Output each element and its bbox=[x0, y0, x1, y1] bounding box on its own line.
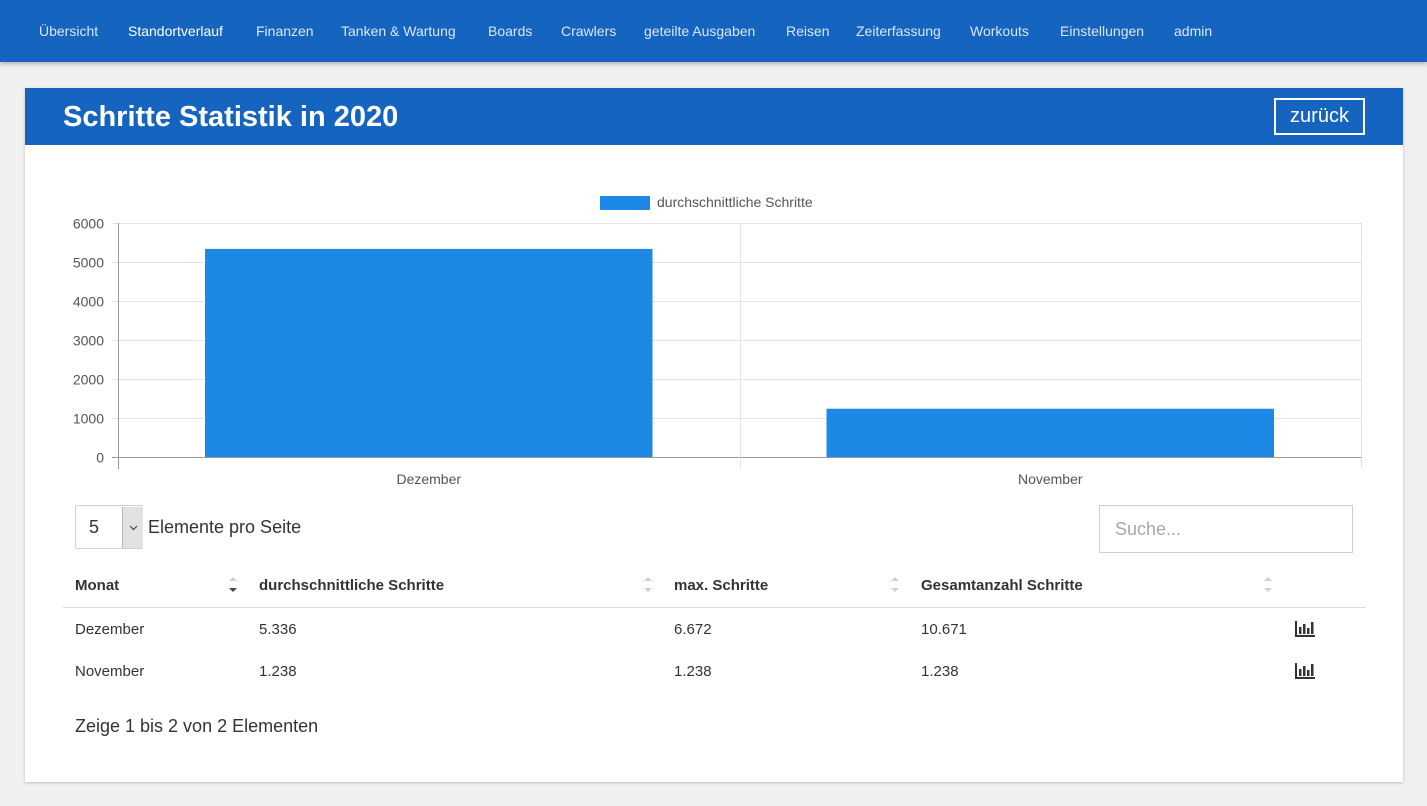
y-tick-label: 0 bbox=[96, 450, 104, 466]
y-tick-label: 1000 bbox=[73, 411, 104, 427]
search-input[interactable] bbox=[1099, 505, 1353, 553]
cell-max-steps: 1.238 bbox=[674, 663, 712, 680]
bar-chart-icon[interactable] bbox=[1294, 620, 1316, 638]
cell-avg-steps: 1.238 bbox=[259, 663, 297, 680]
sort-icon[interactable] bbox=[1263, 574, 1273, 596]
bar-chart-icon[interactable] bbox=[1294, 662, 1316, 680]
column-header-gesamtanzahl-schritte[interactable]: Gesamtanzahl Schritte bbox=[921, 566, 1083, 606]
cell-total-steps: 10.671 bbox=[921, 621, 967, 638]
x-tick-label: Dezember bbox=[396, 471, 461, 487]
y-tick-label: 6000 bbox=[73, 216, 104, 232]
chevron-down-icon[interactable] bbox=[122, 507, 143, 548]
sort-icon[interactable] bbox=[643, 574, 653, 596]
cell-avg-steps: 5.336 bbox=[259, 621, 297, 638]
cell-month: November bbox=[75, 663, 145, 680]
x-tick-label: November bbox=[1018, 471, 1083, 487]
chart-bar bbox=[205, 248, 653, 457]
sort-icon[interactable] bbox=[890, 574, 900, 596]
cell-month: Dezember bbox=[75, 621, 145, 638]
legend-swatch bbox=[600, 196, 650, 210]
column-header-max-schritte[interactable]: max. Schritte bbox=[674, 566, 768, 606]
page-length-select[interactable]: 5 bbox=[75, 505, 143, 549]
table-info: Zeige 1 bis 2 von 2 Elementen bbox=[75, 716, 319, 736]
column-header-durchschnittliche-schritte[interactable]: durchschnittliche Schritte bbox=[259, 566, 444, 606]
chart-bars bbox=[205, 248, 1274, 457]
page-length-value: 5 bbox=[89, 517, 100, 537]
y-tick-label: 3000 bbox=[73, 333, 104, 349]
page-length-label: Elemente pro Seite bbox=[148, 517, 302, 537]
y-tick-label: 2000 bbox=[73, 372, 104, 388]
cell-total-steps: 1.238 bbox=[921, 663, 959, 680]
chart-bar bbox=[826, 408, 1274, 457]
steps-bar-chart: 0 1000 2000 3000 4000 5000 6000 Dezember Novembe… bbox=[73, 194, 1362, 487]
y-tick-label: 4000 bbox=[73, 294, 104, 310]
cell-max-steps: 6.672 bbox=[674, 621, 712, 638]
table-header-divider bbox=[63, 607, 1366, 608]
chart-legend: durchschnittliche Schritte bbox=[600, 194, 813, 210]
column-header-monat[interactable]: Monat bbox=[75, 566, 119, 606]
sort-desc-icon[interactable] bbox=[228, 574, 238, 596]
y-tick-label: 5000 bbox=[73, 255, 104, 271]
legend-label: durchschnittliche Schritte bbox=[657, 194, 813, 210]
